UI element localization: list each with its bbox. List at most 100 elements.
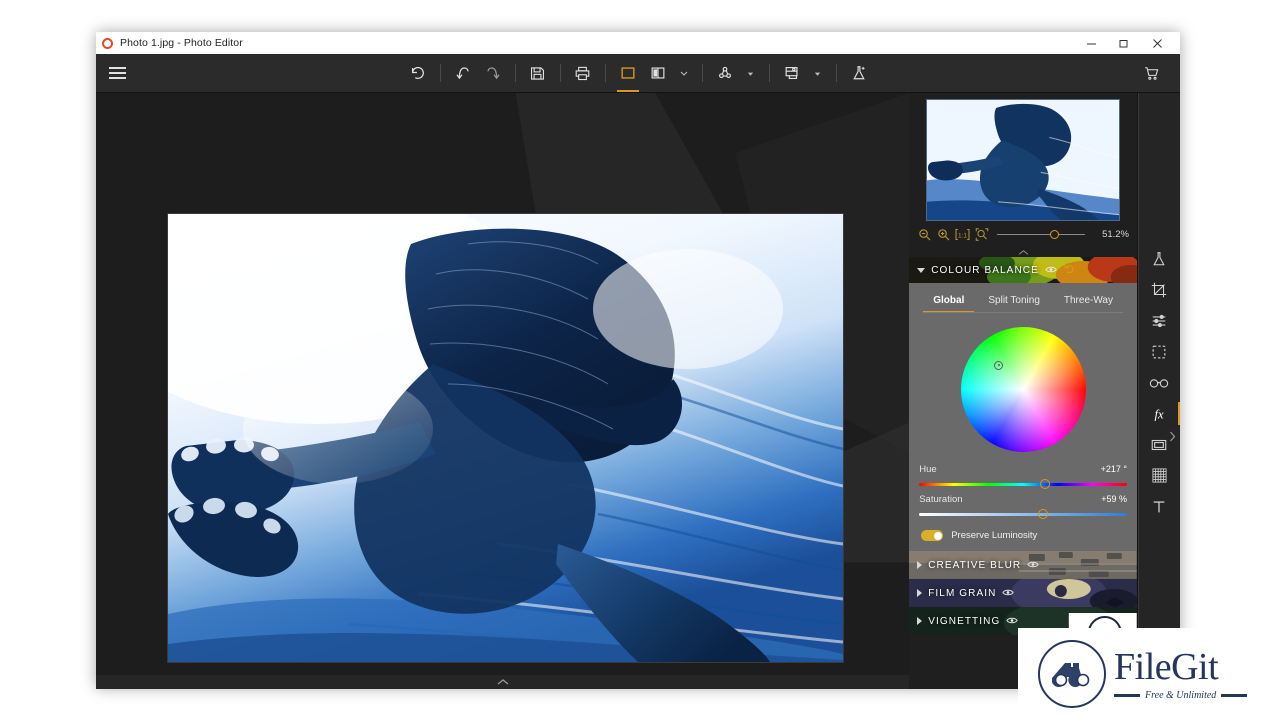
watermark-tagline-row: Free & Unlimited [1114,689,1248,701]
hue-slider[interactable] [919,478,1127,490]
marquee-select-icon[interactable] [1138,336,1180,367]
print-icon[interactable] [568,58,598,88]
eye-icon[interactable] [1002,584,1015,602]
undo-history-icon[interactable] [403,58,433,88]
tab-global[interactable]: Global [923,295,975,313]
tagline-rule-left [1114,693,1140,697]
fx-icon[interactable]: fx [1138,398,1180,429]
slider-row-saturation: Saturation +59 % [909,490,1137,520]
photo-canvas-image[interactable] [168,214,843,662]
retouch-glasses-icon[interactable] [1138,367,1180,398]
text-tool-icon[interactable] [1138,491,1180,522]
panel-title: CREATIVE BLUR [928,559,1022,571]
app-logo-icon [102,37,113,49]
panel-header-content-colour-balance: COLOUR BALANCE [917,261,1075,279]
zoom-toolbar: 1:1 51.2% [909,221,1137,247]
app-body: 1:1 51.2% COLOUR BALANCE Global Split To… [96,93,1180,689]
window-title: Photo 1.jpg - Photo Editor [120,37,243,49]
colour-wheel-container [909,313,1137,460]
save-icon[interactable] [523,58,553,88]
zoom-in-icon[interactable] [936,227,951,242]
tab-three-way[interactable]: Three-Way [1064,295,1113,313]
expand-triangle-icon[interactable] [917,617,923,625]
tab-split-toning[interactable]: Split Toning [988,295,1040,313]
panel-header-colour-balance[interactable]: COLOUR BALANCE [909,257,1137,283]
saturation-slider-knob[interactable] [1037,509,1048,519]
panel-title: VIGNETTING [928,615,1001,627]
minimize-button[interactable] [1076,32,1106,54]
layers-dropdown-icon[interactable] [807,58,829,88]
zoom-slider[interactable] [997,228,1085,240]
slider-row-hue: Hue +217 ° [909,460,1137,490]
eye-icon[interactable] [1006,612,1019,630]
colour-wheel[interactable] [960,327,1086,452]
fit-to-screen-icon[interactable] [974,227,989,242]
main-toolbar [96,54,1180,93]
canvas-collapse-handle[interactable] [96,675,910,689]
actual-size-icon[interactable]: 1:1 [955,227,970,242]
zoom-slider-knob[interactable] [1049,229,1059,239]
crop-icon[interactable] [1138,274,1180,305]
navigator-collapse-handle[interactable] [909,247,1137,257]
reset-icon[interactable] [1063,261,1075,279]
preserve-luminosity-row[interactable]: Preserve Luminosity [909,520,1137,541]
saturation-slider-track [919,512,1127,516]
preserve-luminosity-label: Preserve Luminosity [951,530,1038,541]
zoom-out-icon[interactable] [917,227,932,242]
panel-title: COLOUR BALANCE [931,264,1039,276]
toolbar-separator [701,64,703,82]
preserve-luminosity-toggle[interactable] [921,530,944,541]
rail-expand-chevron-icon[interactable] [1166,429,1178,443]
expand-triangle-icon[interactable] [917,589,923,597]
undo-icon[interactable] [448,58,478,88]
adjust-sliders-icon[interactable] [1138,305,1180,336]
close-button[interactable] [1142,32,1172,54]
maximize-button[interactable] [1108,32,1138,54]
panel-body-colour-balance: Global Split Toning Three-Way Hue +217 ° [909,283,1137,551]
slider-label-saturation: Saturation +59 % [919,494,1127,505]
layers-icon[interactable] [777,58,807,88]
toolbar-separator [514,64,516,82]
redo-icon[interactable] [478,58,508,88]
toolbar-separator [604,64,606,82]
canvas-area[interactable] [96,93,910,689]
toolbar-separator [768,64,770,82]
panel-title: FILM GRAIN [928,587,997,599]
tool-rail: fx [1137,93,1180,689]
colour-wheel-marker[interactable] [994,360,1004,370]
zoom-slider-track [997,233,1085,235]
effects-lab-icon[interactable] [844,58,874,88]
svg-text:fx: fx [1154,407,1163,421]
svg-text:1:1: 1:1 [958,232,967,239]
colour-dropdown-icon[interactable] [740,58,762,88]
saturation-slider[interactable] [919,508,1127,520]
expand-triangle-icon[interactable] [917,267,926,273]
binoculars-logo-icon [1038,640,1106,708]
slider-label-hue: Hue +217 ° [919,464,1127,475]
effects-lab-icon[interactable] [1138,243,1180,274]
panel-header-content-vignetting: VIGNETTING [917,612,1019,630]
slider-value: +59 % [1101,494,1127,504]
texture-grid-icon[interactable] [1138,460,1180,491]
hue-slider-knob[interactable] [1039,479,1050,489]
slider-value: +217 ° [1100,464,1127,474]
watermark-brand: FileGit [1114,645,1219,688]
watermark-tagline: Free & Unlimited [1145,689,1217,701]
split-view-icon[interactable] [643,58,673,88]
single-view-icon[interactable] [613,58,643,92]
colour-balance-tabs: Global Split Toning Three-Way [909,289,1137,313]
slider-name: Hue [919,464,937,475]
panel-header-creative-blur[interactable]: CREATIVE BLUR [909,551,1137,579]
title-bar: Photo 1.jpg - Photo Editor [96,32,1180,54]
eye-icon[interactable] [1045,261,1057,279]
panel-header-film-grain[interactable]: FILM GRAIN [909,579,1137,607]
toolbar-button-group [96,58,1180,92]
expand-triangle-icon[interactable] [917,561,923,569]
filegit-watermark: FileGit Free & Unlimited [1018,628,1280,720]
right-panel: 1:1 51.2% COLOUR BALANCE Global Split To… [909,93,1137,689]
view-dropdown-icon[interactable] [673,58,695,88]
cart-icon[interactable] [1136,58,1166,88]
eye-icon[interactable] [1027,556,1039,574]
navigator-thumbnail[interactable] [926,99,1121,221]
colour-picker-icon[interactable] [710,58,740,88]
